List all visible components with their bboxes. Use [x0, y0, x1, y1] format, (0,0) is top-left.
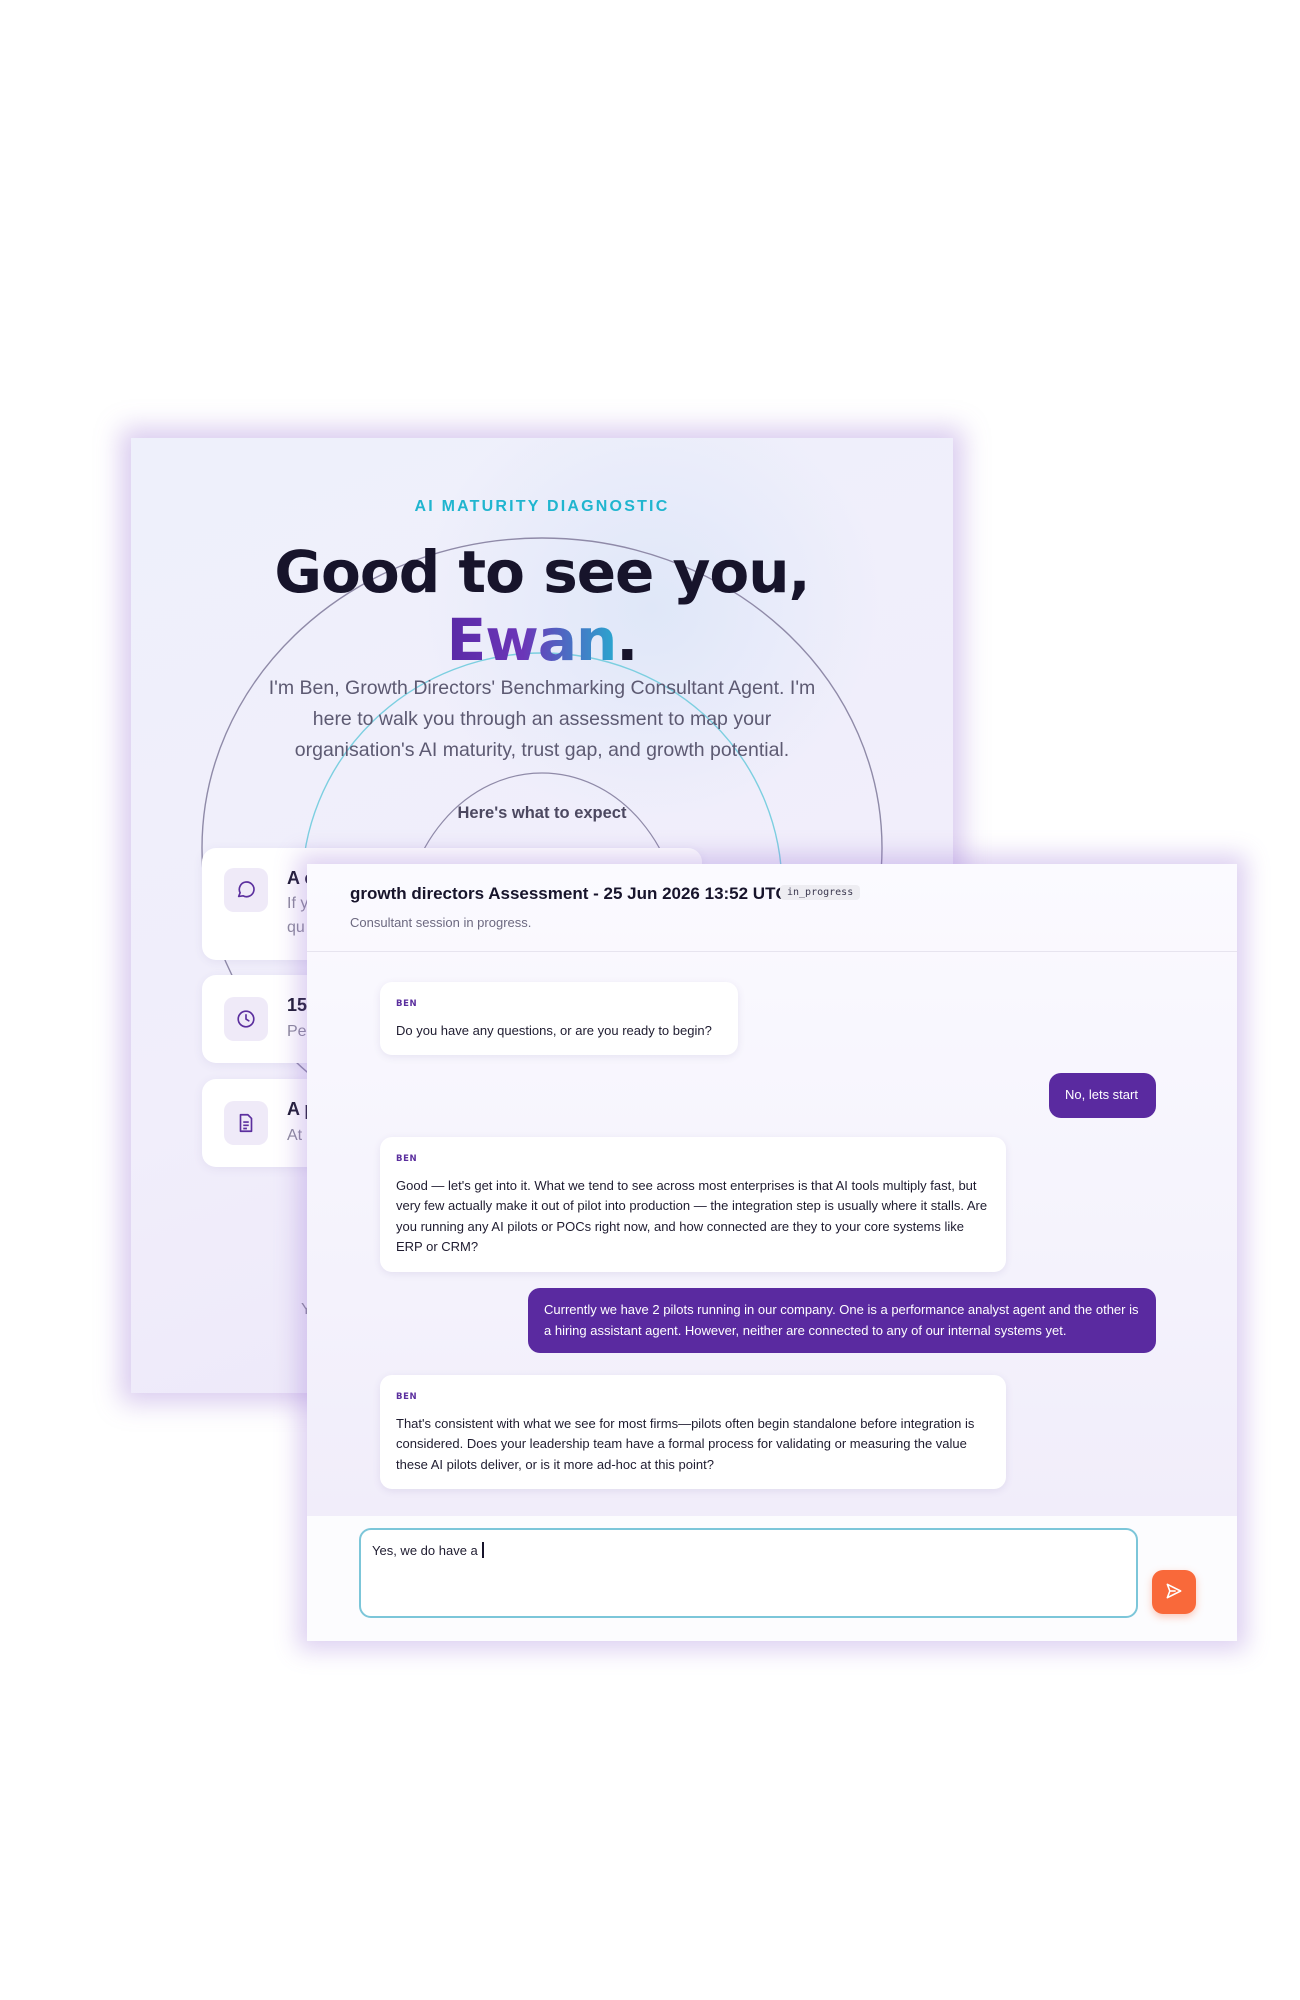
send-button[interactable] — [1152, 1570, 1196, 1614]
message-text: Do you have any questions, or are you re… — [396, 1022, 712, 1038]
message-text: Currently we have 2 pilots running in ou… — [544, 1302, 1139, 1338]
send-icon — [1164, 1581, 1184, 1604]
session-title: growth directors Assessment - 25 Jun 202… — [350, 884, 788, 903]
message-text: No, lets start — [1065, 1087, 1138, 1102]
message-sender: BEN — [396, 1392, 418, 1402]
hero-user-name: Ewan — [446, 606, 618, 674]
text-caret — [482, 1542, 484, 1558]
session-subtitle: Consultant session in progress. — [350, 915, 532, 930]
expect-heading: Here's what to expect — [457, 804, 627, 822]
user-message: No, lets start — [1049, 1073, 1156, 1118]
message-sender: BEN — [396, 1154, 418, 1164]
feature-description: If y qu — [287, 895, 309, 936]
eyebrow-label: AI MATURITY DIAGNOSTIC — [414, 498, 670, 515]
agent-message: BEN Do you have any questions, or are yo… — [380, 982, 738, 1055]
feature-description: At — [287, 1127, 303, 1144]
message-text: Good — let's get into it. What we tend t… — [396, 1177, 988, 1255]
hero-period: . — [616, 606, 638, 674]
chat-bubble-icon — [224, 868, 268, 912]
agent-message: BEN That's consistent with what we see f… — [380, 1375, 1006, 1489]
hero-greeting: Good to see you, — [274, 538, 810, 606]
user-message: Currently we have 2 pilots running in ou… — [528, 1288, 1156, 1353]
clock-icon — [224, 997, 268, 1041]
message-input-value: Yes, we do have a — [372, 1543, 482, 1558]
hero-heading: Good to see you, Ewan. — [131, 538, 953, 674]
agent-message: BEN Good — let's get into it. What we te… — [380, 1137, 1006, 1272]
intro-paragraph: I'm Ben, Growth Directors' Benchmarking … — [268, 677, 816, 761]
message-text: That's consistent with what we see for m… — [396, 1415, 975, 1472]
message-input[interactable]: Yes, we do have a — [359, 1528, 1138, 1618]
chat-header: growth directors Assessment - 25 Jun 202… — [307, 864, 1237, 952]
status-badge: in_progress — [780, 885, 861, 900]
document-icon — [224, 1101, 268, 1145]
chat-window: growth directors Assessment - 25 Jun 202… — [307, 864, 1237, 1641]
message-sender: BEN — [396, 999, 418, 1009]
